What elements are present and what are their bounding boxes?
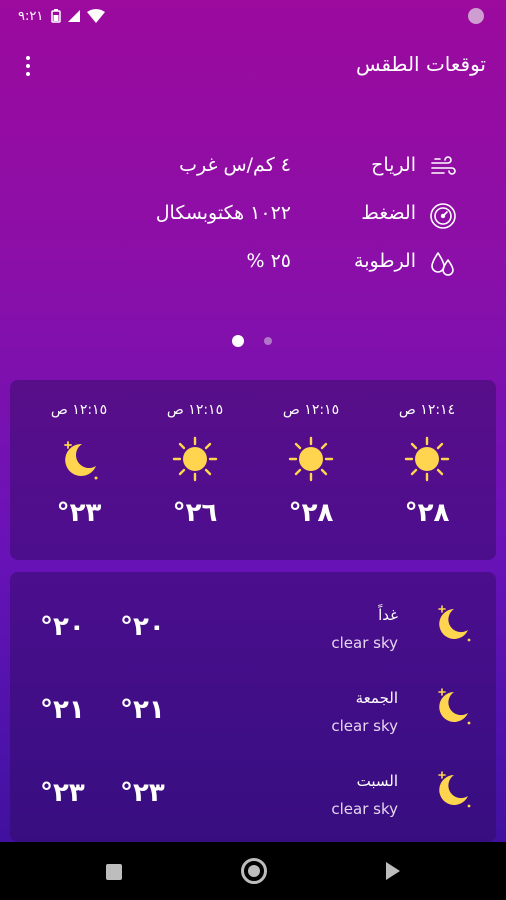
daily-description: clear sky [331, 634, 398, 652]
daily-day: الجمعة [355, 689, 398, 707]
battery-icon [51, 9, 62, 23]
pressure-value: ١٠٢٢ هكتوبسكال [155, 202, 291, 224]
menu-dot-icon [26, 64, 30, 68]
hourly-temp: °٢٨ [404, 498, 450, 528]
humidity-value: ٢٥ % [246, 250, 291, 272]
page-dot[interactable] [264, 337, 272, 345]
daily-day: السبت [356, 772, 398, 790]
wind-row: الرياح ٤ كم/س غرب [0, 150, 506, 186]
wifi-icon [87, 9, 106, 23]
sun-icon [404, 436, 450, 482]
sun-icon [288, 436, 334, 482]
hourly-item: ١٢:١٥ ص °٢٦ [140, 380, 250, 560]
wind-label: الرياح [371, 154, 416, 176]
daily-item[interactable]: غداً clear sky °٢٠ °٢٠ [10, 582, 496, 662]
hourly-time: ١٢:١٥ ص [282, 402, 340, 418]
menu-dot-icon [26, 56, 30, 60]
daily-description: clear sky [331, 717, 398, 735]
page-indicator[interactable] [0, 334, 506, 348]
daily-min-temp: °٢٣ [40, 778, 85, 808]
daily-forecast-card: غداً clear sky °٢٠ °٢٠ الجمعة clear sky … [10, 572, 496, 842]
humidity-row: الرطوبة ٢٥ % [0, 246, 506, 282]
overflow-menu-button[interactable] [18, 54, 38, 78]
daily-description: clear sky [331, 800, 398, 818]
crescent-moon-icon [438, 605, 471, 642]
hourly-time: ١٢:١٥ ص [50, 402, 108, 418]
status-bar: ٩:٢١ [0, 0, 506, 32]
hourly-item: ١٢:١٤ ص °٢٨ [372, 380, 482, 560]
hourly-item: ١٢:١٥ ص °٢٣ [24, 380, 134, 560]
pressure-label: الضغط [361, 202, 416, 224]
notification-dot [468, 8, 484, 24]
pressure-row: الضغط ١٠٢٢ هكتوبسكال [0, 198, 506, 234]
page-dot-active[interactable] [232, 335, 244, 347]
daily-min-temp: °٢٠ [40, 612, 85, 642]
crescent-moon-icon [64, 441, 98, 480]
daily-min-temp: °٢١ [40, 695, 85, 725]
wind-icon [431, 156, 456, 175]
humidity-label: الرطوبة [354, 250, 416, 272]
back-button[interactable] [386, 862, 400, 880]
crescent-moon-icon [438, 771, 471, 808]
hourly-time: ١٢:١٥ ص [166, 402, 224, 418]
system-nav-bar [0, 842, 506, 900]
daily-max-temp: °٢٣ [120, 778, 165, 808]
crescent-moon-icon [438, 688, 471, 725]
hourly-forecast-card: ١٢:١٤ ص °٢٨ ١٢:١٥ ص °٢٨ ١٢:١٥ ص °٢٦ ١٢:١… [10, 380, 496, 560]
daily-max-temp: °٢١ [120, 695, 165, 725]
hourly-temp: °٢٨ [288, 498, 334, 528]
hourly-temp: °٢٦ [172, 498, 218, 528]
sun-icon [172, 436, 218, 482]
app-bar: توقعات الطقس [0, 44, 506, 88]
daily-day: غداً [378, 606, 398, 624]
status-icons [51, 9, 106, 23]
menu-dot-icon [26, 72, 30, 76]
home-button[interactable] [241, 858, 267, 884]
humidity-drops-icon [431, 252, 454, 276]
hourly-time: ١٢:١٤ ص [398, 402, 456, 418]
status-time: ٩:٢١ [18, 8, 44, 24]
signal-icon [68, 10, 81, 22]
hourly-item: ١٢:١٥ ص °٢٨ [256, 380, 366, 560]
daily-max-temp: °٢٠ [120, 612, 165, 642]
daily-item[interactable]: الجمعة clear sky °٢١ °٢١ [10, 665, 496, 745]
daily-item[interactable]: السبت clear sky °٢٣ °٢٣ [10, 748, 496, 828]
wind-value: ٤ كم/س غرب [179, 154, 291, 176]
pressure-gauge-icon [430, 203, 456, 229]
recents-button[interactable] [106, 864, 122, 880]
hourly-temp: °٢٣ [56, 498, 102, 528]
page-title: توقعات الطقس [355, 52, 486, 76]
